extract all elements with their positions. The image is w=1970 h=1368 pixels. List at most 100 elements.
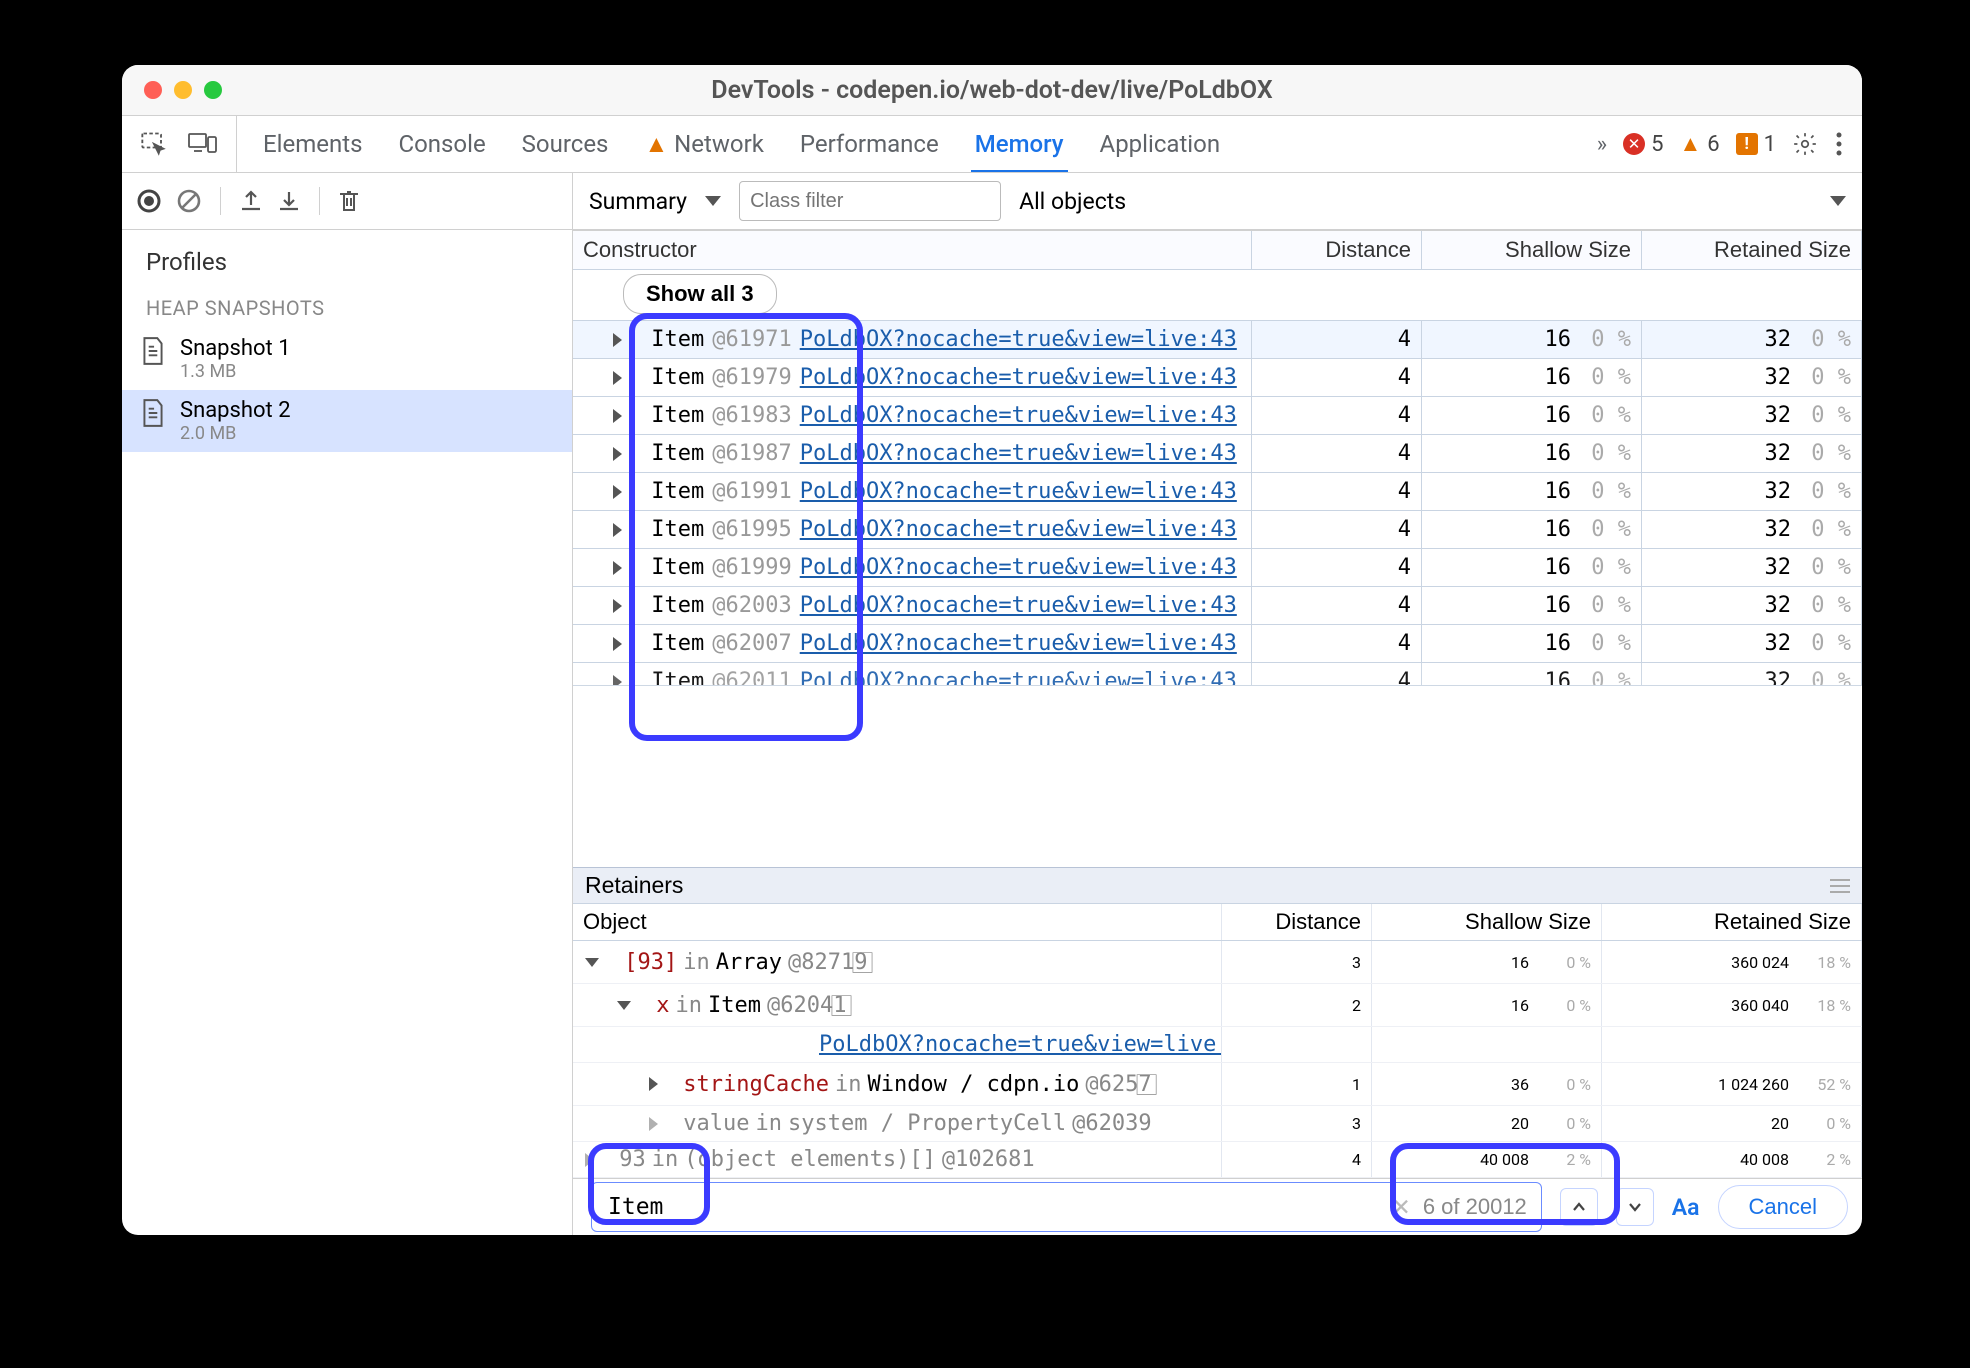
hamburger-icon[interactable] (1830, 879, 1850, 893)
searchbar: ✕ 6 of 20012 Aa Cancel (573, 1178, 1862, 1235)
tabbar: Elements Console Sources ▲ Network Performan… (122, 116, 1862, 173)
expand-icon[interactable] (585, 1153, 594, 1167)
retainers-header-row: Object Distance Shallow Size Retained Si… (573, 904, 1862, 941)
retainer-row[interactable]: stringCache in Window / cdpn.io @6257 ⃞1… (573, 1063, 1862, 1106)
expand-icon[interactable] (613, 599, 622, 613)
close-icon[interactable] (144, 81, 162, 99)
heap-row[interactable]: Item @61979PoLdbOX?nocache=true&view=liv… (573, 359, 1862, 397)
search-box: ✕ 6 of 20012 (591, 1182, 1542, 1232)
retainer-row[interactable]: 93 in (object elements)[] @102681440 008… (573, 1142, 1862, 1178)
tab-memory[interactable]: Memory (975, 116, 1064, 172)
col-constructor[interactable]: Constructor (573, 231, 1252, 269)
expand-icon[interactable] (613, 561, 622, 575)
window-controls (122, 81, 222, 99)
source-link[interactable]: PoLdbOX?nocache=true&view=live:43 (800, 669, 1245, 686)
expand-icon[interactable] (613, 333, 622, 347)
heap-row[interactable]: Item @62007PoLdbOX?nocache=true&view=liv… (573, 625, 1862, 663)
error-count-badge[interactable]: ✕ 5 (1623, 132, 1663, 157)
error-icon: ✕ (1623, 133, 1645, 155)
col-distance[interactable]: Distance (1252, 231, 1422, 269)
expand-icon[interactable] (613, 637, 622, 651)
retainer-row[interactable]: PoLdbOX?nocache=true&view=live:43 (573, 1027, 1862, 1063)
heap-row[interactable]: Item @61999PoLdbOX?nocache=true&view=liv… (573, 549, 1862, 587)
minimize-icon[interactable] (174, 81, 192, 99)
clear-icon[interactable] (176, 188, 202, 214)
expand-icon[interactable] (613, 371, 622, 385)
source-link[interactable]: PoLdbOX?nocache=true&view=live:43 (800, 593, 1245, 618)
tab-elements[interactable]: Elements (263, 116, 362, 172)
filterbar: Summary All objects (573, 173, 1862, 230)
search-next-button[interactable] (1616, 1188, 1654, 1226)
record-icon[interactable] (136, 188, 162, 214)
expand-icon[interactable] (649, 1117, 658, 1131)
tab-network[interactable]: ▲ Network (644, 116, 763, 172)
source-link[interactable]: PoLdbOX?nocache=true&view=live:43 (800, 479, 1245, 504)
col-shallow[interactable]: Shallow Size (1422, 231, 1642, 269)
retainer-row[interactable]: value in system / PropertyCell @62039320… (573, 1106, 1862, 1142)
issues-badge[interactable]: ! 1 (1736, 132, 1776, 157)
search-prev-button[interactable] (1560, 1188, 1598, 1226)
tab-console[interactable]: Console (398, 116, 485, 172)
download-icon[interactable] (277, 188, 301, 214)
devtools-window: DevTools - codepen.io/web-dot-dev/live/P… (122, 65, 1862, 1235)
tab-sources[interactable]: Sources (522, 116, 609, 172)
upload-icon[interactable] (239, 188, 263, 214)
retainer-row[interactable]: x in Item @62041 ⃞2160 %360 04018 % (573, 984, 1862, 1027)
expand-icon[interactable] (649, 1077, 658, 1091)
tab-performance[interactable]: Performance (800, 116, 939, 172)
chevron-down-icon (705, 196, 721, 206)
collapse-icon[interactable] (585, 958, 599, 967)
collapse-icon[interactable] (617, 1001, 631, 1010)
match-case-button[interactable]: Aa (1672, 1194, 1700, 1221)
kebab-icon[interactable] (1834, 131, 1844, 157)
source-link[interactable]: PoLdbOX?nocache=true&view=live:43 (800, 517, 1245, 542)
expand-icon[interactable] (613, 675, 622, 687)
inspect-icon[interactable] (140, 130, 168, 158)
snapshot-icon (140, 398, 166, 428)
class-filter-input[interactable] (739, 181, 1001, 221)
source-link[interactable]: PoLdbOX?nocache=true&view=live:43 (800, 327, 1245, 352)
source-link[interactable]: PoLdbOX?nocache=true&view=live:43 (800, 631, 1245, 656)
warning-count-badge[interactable]: ▲ 6 (1679, 131, 1719, 157)
profiles-title: Profiles (122, 230, 572, 286)
expand-icon[interactable] (613, 447, 622, 461)
issue-icon: ! (1736, 133, 1758, 155)
more-tabs[interactable]: » (1597, 132, 1607, 157)
source-link[interactable]: PoLdbOX?nocache=true&view=live:43 (800, 441, 1245, 466)
scope-label[interactable]: All objects (1019, 188, 1126, 215)
source-link[interactable]: PoLdbOX?nocache=true&view=live:43 (800, 555, 1245, 580)
view-dropdown[interactable]: Summary (589, 188, 721, 215)
source-link[interactable]: PoLdbOX?nocache=true&view=live:43 (800, 403, 1245, 428)
sidebar-toolbar (122, 173, 572, 230)
expand-icon[interactable] (613, 523, 622, 537)
heap-row[interactable]: Item @61971PoLdbOX?nocache=true&view=liv… (573, 321, 1862, 359)
tab-application[interactable]: Application (1100, 116, 1221, 172)
heap-row[interactable]: Item @62011PoLdbOX?nocache=true&view=liv… (573, 663, 1862, 686)
col-retained[interactable]: Retained Size (1642, 231, 1862, 269)
gear-icon[interactable] (1792, 131, 1818, 157)
heap-row[interactable]: Item @61991PoLdbOX?nocache=true&view=liv… (573, 473, 1862, 511)
heap-row[interactable]: Item @61987PoLdbOX?nocache=true&view=liv… (573, 435, 1862, 473)
device-icon[interactable] (188, 131, 218, 157)
heap-row[interactable]: Item @61995PoLdbOX?nocache=true&view=liv… (573, 511, 1862, 549)
retainer-row[interactable]: [93] in Array @82719 ⃞3160 %360 02418 % (573, 941, 1862, 984)
zoom-icon[interactable] (204, 81, 222, 99)
retainers-table: Object Distance Shallow Size Retained Si… (573, 904, 1862, 1178)
search-input[interactable] (606, 1193, 1380, 1221)
heap-table: Constructor Distance Shallow Size Retain… (573, 230, 1862, 867)
source-link[interactable]: PoLdbOX?nocache=true&view=live:43 (819, 1032, 1222, 1057)
heap-row[interactable]: Item @61983PoLdbOX?nocache=true&view=liv… (573, 397, 1862, 435)
heap-row[interactable]: Item @62003PoLdbOX?nocache=true&view=liv… (573, 587, 1862, 625)
expand-icon[interactable] (613, 409, 622, 423)
cancel-button[interactable]: Cancel (1718, 1185, 1848, 1229)
retainers-header: Retainers (573, 867, 1862, 904)
clear-search-icon[interactable]: ✕ (1392, 1194, 1411, 1221)
snapshot-item[interactable]: Snapshot 22.0 MB (122, 390, 572, 452)
expand-icon[interactable] (613, 485, 622, 499)
snapshot-icon (140, 336, 166, 366)
trash-icon[interactable] (338, 188, 360, 214)
source-link[interactable]: PoLdbOX?nocache=true&view=live:43 (800, 365, 1245, 390)
show-all-button[interactable]: Show all 3 (623, 274, 777, 314)
snapshot-item[interactable]: Snapshot 11.3 MB (122, 328, 572, 390)
chevron-down-icon[interactable] (1830, 196, 1846, 206)
